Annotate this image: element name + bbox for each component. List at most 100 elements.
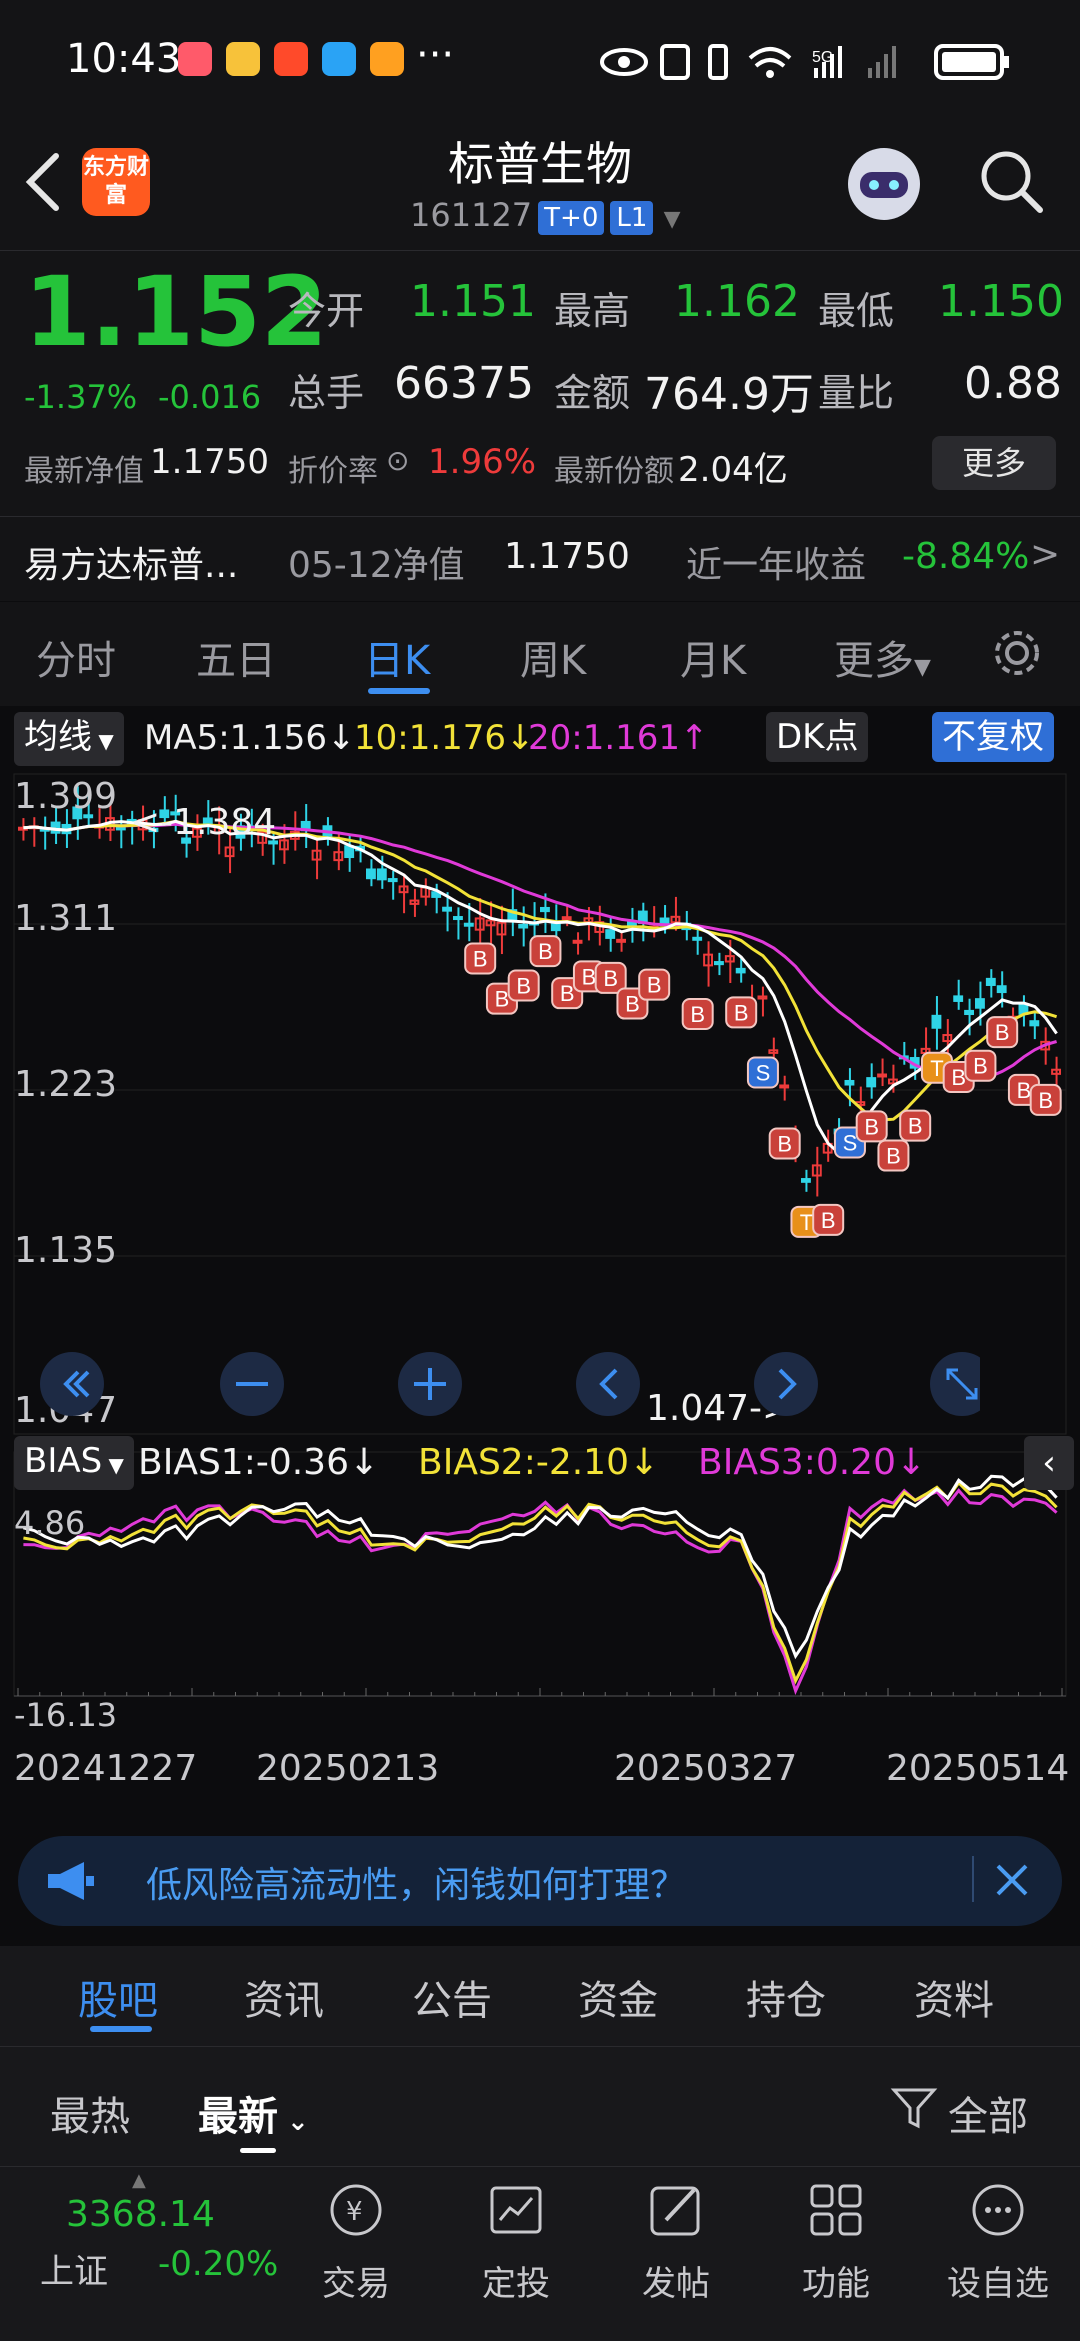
nav-trade[interactable]: 交易 bbox=[296, 2256, 416, 2305]
bias2-line bbox=[23, 1480, 1058, 1685]
candle-body bbox=[605, 929, 616, 939]
stock-code-row[interactable]: 161127 T+0 L1 ▼ bbox=[410, 196, 681, 235]
discount-value: 1.96% bbox=[428, 442, 537, 482]
tab-more-label: 更多 bbox=[834, 638, 914, 684]
trade-icon: ¥ bbox=[330, 2184, 382, 2236]
robot-assistant-icon[interactable] bbox=[842, 142, 926, 226]
tab-five-day[interactable]: 五日 bbox=[196, 628, 276, 686]
date-label-4: 20250514 bbox=[886, 1748, 1070, 1789]
collapse-icon[interactable]: ‹ bbox=[1024, 1436, 1074, 1490]
tab-intraday[interactable]: 分时 bbox=[36, 628, 116, 686]
tab-news[interactable]: 资讯 bbox=[244, 1968, 324, 2026]
buy-marker: B bbox=[638, 968, 671, 1001]
fund-nav-value: 1.1750 bbox=[504, 536, 630, 577]
candle-body bbox=[366, 868, 376, 880]
sort-new-label: 最新 bbox=[198, 2094, 278, 2140]
app-notification-icon bbox=[370, 42, 404, 76]
yearly-return-label: 近一年收益 bbox=[686, 545, 867, 586]
candle-body bbox=[442, 906, 452, 912]
candle-body bbox=[714, 961, 724, 966]
volume-label: 总手 bbox=[288, 371, 365, 415]
high-annotation: <-1.384 bbox=[130, 802, 277, 843]
candle-body bbox=[931, 1014, 942, 1029]
high-label: 最高 bbox=[554, 289, 631, 333]
signal-icon bbox=[814, 68, 818, 78]
ratio-value: 0.88 bbox=[964, 358, 1062, 409]
bias-selector-label: BIAS bbox=[24, 1441, 103, 1481]
tab-monthly-k[interactable]: 月K bbox=[680, 628, 746, 686]
svg-text:B: B bbox=[951, 1065, 966, 1090]
ma10-readout: 10:1.176↓ bbox=[354, 718, 535, 758]
sort-new[interactable]: 最新 ⌄ bbox=[198, 2084, 309, 2142]
nav-add-watchlist[interactable]: 设自选 bbox=[938, 2256, 1058, 2305]
candle-body bbox=[975, 998, 985, 1009]
tab-weekly-k[interactable]: 周K bbox=[520, 628, 586, 686]
settings-gear-icon[interactable] bbox=[990, 626, 1044, 680]
ma20-readout: 20:1.161↑ bbox=[528, 718, 709, 758]
candle-body bbox=[561, 916, 572, 921]
buy-marker: B bbox=[812, 1203, 845, 1236]
last-price: 1.152 bbox=[24, 256, 328, 368]
candle-body bbox=[953, 995, 964, 1002]
info-icon[interactable]: ⊙ bbox=[386, 444, 409, 477]
candle-body bbox=[387, 878, 398, 883]
megaphone-icon bbox=[48, 1862, 94, 1900]
index-value: 3368.14 bbox=[66, 2194, 215, 2235]
candle-body bbox=[801, 1178, 811, 1183]
nav-functions[interactable]: 功能 bbox=[776, 2256, 896, 2305]
sell-marker: S bbox=[746, 1056, 779, 1089]
svg-text:B: B bbox=[690, 1002, 705, 1027]
ma5-readout: MA5:1.156↓ bbox=[144, 718, 356, 758]
system-status-icons: 5G bbox=[600, 44, 1009, 80]
more-button[interactable]: 更多 bbox=[932, 436, 1056, 490]
svg-text:B: B bbox=[582, 964, 597, 989]
chevron-down-icon: ⌄ bbox=[278, 2107, 309, 2137]
svg-text:B: B bbox=[473, 946, 488, 971]
tab-forum[interactable]: 股吧 bbox=[78, 1968, 158, 2026]
bias-selector[interactable]: BIAS ▼ bbox=[14, 1436, 134, 1490]
divider bbox=[0, 2046, 1080, 2047]
candle-body bbox=[453, 916, 463, 921]
discount-label: 折价率 bbox=[288, 454, 378, 489]
weibo-icon bbox=[226, 42, 260, 76]
filter-icon[interactable] bbox=[890, 2084, 938, 2132]
y-label-4: 1.135 bbox=[14, 1230, 118, 1271]
buy-marker: B bbox=[899, 1109, 932, 1142]
code-dropdown-icon: ▼ bbox=[663, 207, 681, 232]
tab-announcements[interactable]: 公告 bbox=[412, 1968, 492, 2026]
wifi-icon bbox=[748, 47, 792, 60]
candle-body bbox=[1029, 1020, 1040, 1027]
svg-text:S: S bbox=[756, 1060, 771, 1085]
prev-icon bbox=[576, 1352, 640, 1416]
candle-body bbox=[692, 936, 703, 941]
candle-body bbox=[540, 906, 550, 913]
chevron-right-icon: > bbox=[1030, 534, 1061, 575]
bias2-readout: BIAS2:-2.10↓ bbox=[418, 1442, 660, 1483]
candle-body bbox=[877, 1073, 887, 1078]
buy-marker: B bbox=[681, 997, 714, 1030]
filter-all[interactable]: 全部 bbox=[948, 2084, 1028, 2142]
nav-invest-plan[interactable]: 定投 bbox=[456, 2256, 576, 2305]
open-value: 1.151 bbox=[410, 276, 536, 327]
svg-text:S: S bbox=[843, 1131, 858, 1156]
search-icon[interactable] bbox=[976, 146, 1048, 218]
svg-text:T: T bbox=[800, 1210, 813, 1235]
close-icon[interactable] bbox=[992, 1860, 1032, 1900]
restore-rights-button[interactable]: 不复权 bbox=[932, 712, 1054, 762]
bias3-readout: BIAS3:0.20↓ bbox=[698, 1442, 927, 1483]
kline-svg: BBBBBB BBBB BSBT BSBBBT B BBB B bbox=[13, 773, 1067, 1697]
tab-daily-k[interactable]: 日K bbox=[364, 628, 430, 686]
bias1-readout: BIAS1:-0.36↓ bbox=[138, 1442, 380, 1483]
ma-selector[interactable]: 均线 ▼ bbox=[14, 712, 124, 766]
dropdown-icon: ▼ bbox=[914, 655, 931, 680]
tab-funds[interactable]: 资金 bbox=[578, 1968, 658, 2026]
dk-point-button[interactable]: DK点 bbox=[766, 712, 869, 762]
tab-holdings[interactable]: 持仓 bbox=[746, 1968, 826, 2026]
active-tab-indicator bbox=[368, 688, 430, 694]
sort-hot[interactable]: 最热 bbox=[50, 2084, 130, 2142]
tab-profile[interactable]: 资料 bbox=[914, 1968, 994, 2026]
tab-more[interactable]: 更多▼ bbox=[834, 628, 931, 686]
nav-post[interactable]: 发帖 bbox=[616, 2256, 736, 2305]
buy-marker: B bbox=[464, 942, 497, 975]
dropdown-icon: ▼ bbox=[102, 1453, 124, 1477]
